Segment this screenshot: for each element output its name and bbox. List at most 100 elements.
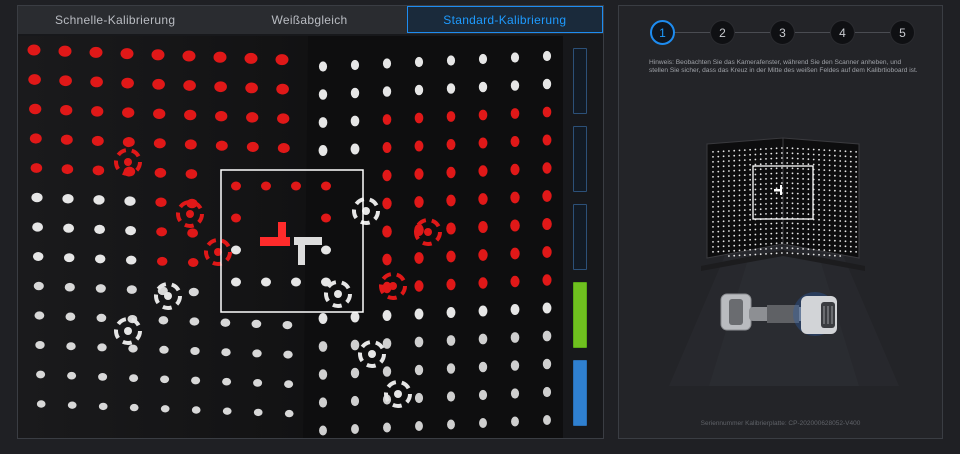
illustration-dot (722, 200, 725, 203)
illustration-dot (818, 213, 820, 216)
illustration-dot (775, 202, 778, 205)
illustration-dot (728, 240, 730, 242)
illustration-dot (754, 213, 757, 216)
illustration-dot (823, 254, 826, 256)
illustration-dot (733, 244, 736, 247)
illustration-dot (839, 240, 842, 242)
illustration-dot (775, 182, 778, 185)
illustration-dot (855, 231, 857, 233)
tab-white-balance[interactable]: Weißabgleich (212, 6, 406, 34)
illustration-dot (812, 163, 815, 166)
calibration-dot (478, 389, 488, 401)
illustration-dot (818, 148, 820, 151)
illustration-dot (849, 200, 852, 203)
illustration-dot (855, 191, 857, 193)
illustration-dot (786, 237, 789, 239)
calibration-dot (350, 339, 360, 351)
step-2: 2 (710, 20, 735, 45)
illustration-dot (728, 235, 730, 237)
illustration-dot (717, 195, 720, 198)
illustration-dot (754, 163, 757, 166)
calibration-dot (153, 138, 166, 149)
illustration-dot (796, 237, 799, 240)
calibration-dot (382, 225, 392, 238)
step-3: 3 (770, 20, 795, 45)
illustration-dot (754, 183, 757, 186)
calibration-dot (128, 344, 138, 353)
illustration-dot (728, 170, 730, 172)
illustration-dot (834, 219, 836, 222)
illustration-dot (791, 252, 794, 255)
illustration-dot (738, 194, 741, 197)
illustration-dot (828, 184, 831, 187)
illustration-dot (818, 173, 820, 176)
calibration-dot (156, 256, 168, 266)
calibration-dot (510, 303, 520, 316)
illustration-dot (722, 235, 725, 238)
calibration-dot (191, 376, 201, 385)
illustration-dot (786, 167, 789, 169)
illustration-dot (791, 242, 794, 245)
illustration-dot (754, 193, 757, 196)
illustration-dot (834, 199, 836, 202)
illustration-dot (839, 245, 842, 247)
illustration-dot (807, 188, 810, 191)
illustration-dot (818, 238, 820, 241)
illustration-dot (712, 161, 714, 163)
illustration-dot (743, 169, 746, 171)
progress-indicator-4 (573, 282, 587, 348)
tab-standard-calibration[interactable]: Standard-Kalibrierung (406, 6, 603, 33)
illustration-dot (749, 203, 751, 206)
calibration-dot (30, 163, 43, 173)
illustration-dot (812, 158, 815, 161)
calibration-dot (382, 366, 392, 377)
illustration-dot (738, 249, 741, 252)
calibration-board-illustration (669, 137, 899, 386)
illustration-dot (712, 166, 714, 168)
illustration-dot (775, 242, 778, 245)
illustration-dot (786, 192, 789, 194)
illustration-dot (759, 188, 762, 191)
illustration-dot (855, 176, 857, 178)
illustration-dot (738, 179, 741, 182)
calibration-dot (318, 397, 328, 408)
calibration-dot (182, 50, 196, 62)
illustration-dot (722, 220, 725, 223)
illustration-dot (775, 157, 778, 160)
illustration-dot (743, 209, 746, 211)
illustration-dot (844, 195, 847, 198)
illustration-dot (786, 187, 789, 189)
illustration-dot (781, 232, 783, 234)
calibration-dot (542, 386, 552, 398)
illustration-dot (855, 226, 857, 228)
calibration-dot (414, 140, 424, 152)
illustration-dot (839, 230, 842, 232)
calibration-dot (446, 166, 456, 179)
calibration-dot (382, 141, 392, 154)
calibration-dot (478, 53, 488, 65)
illustration-dot (812, 228, 815, 231)
illustration-dot (712, 251, 714, 253)
illustration-dot (849, 240, 852, 243)
calibration-dot (350, 367, 360, 379)
calibration-dot (446, 194, 456, 207)
illustration-dot (828, 174, 831, 177)
tab-quick-calibration[interactable]: Schnelle-Kalibrierung (18, 6, 212, 34)
illustration-dot (712, 231, 714, 233)
illustration-dot (807, 203, 810, 206)
illustration-dot (823, 209, 826, 211)
illustration-dot (759, 243, 762, 246)
illustration-dot (791, 182, 794, 185)
illustration-dot (765, 238, 767, 240)
progress-indicator-column (573, 48, 590, 426)
illustration-dot (844, 160, 847, 163)
illustration-dot (712, 241, 714, 243)
calibration-dot (478, 333, 488, 345)
calibration-dot (446, 391, 456, 402)
illustration-dot (844, 165, 847, 168)
illustration-dot (812, 243, 815, 246)
illustration-dot (818, 248, 820, 251)
illustration-dot (839, 250, 842, 252)
illustration-dot (828, 204, 831, 207)
illustration-dot (743, 184, 746, 186)
